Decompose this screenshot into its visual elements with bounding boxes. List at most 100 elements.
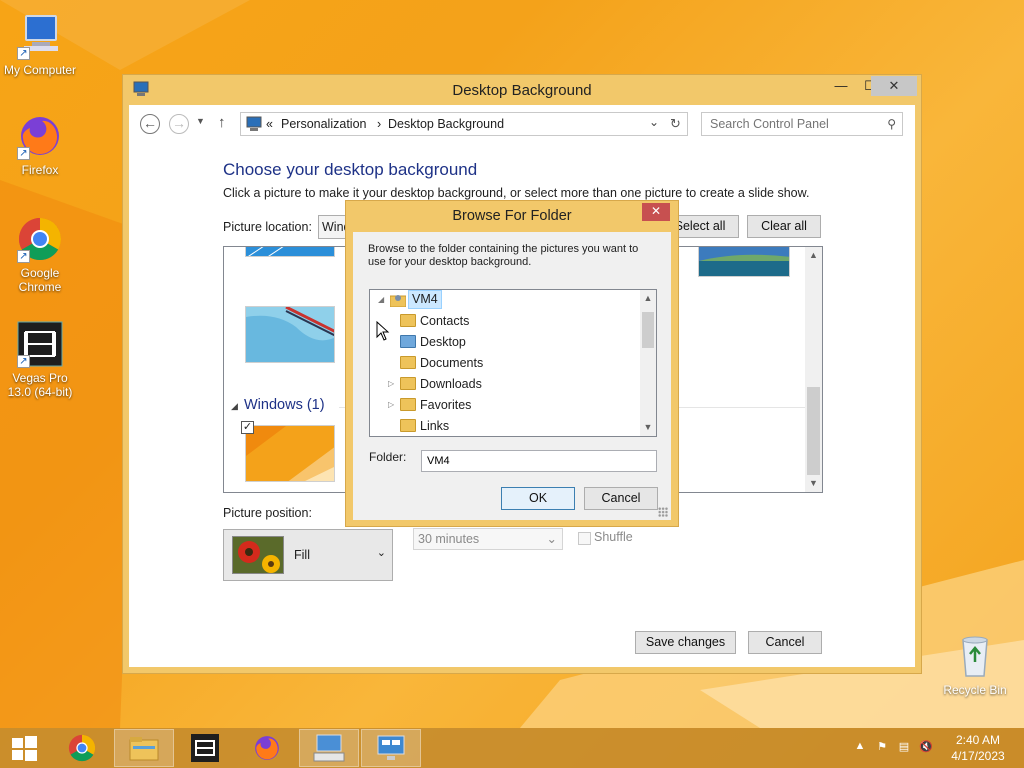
- clear-all-button[interactable]: Clear all: [747, 215, 821, 238]
- address-bar-area: ← → ▼ ↑ « Personalization › Desktop Back…: [129, 105, 915, 143]
- taskbar-control-panel[interactable]: [299, 729, 359, 767]
- recycle-bin-desktop-icon[interactable]: Recycle Bin: [935, 632, 1015, 697]
- cancel-button[interactable]: Cancel: [748, 631, 822, 654]
- shuffle-label: Shuffle: [594, 530, 633, 544]
- recycle-bin-icon: [951, 632, 999, 680]
- chrome-label: Google Chrome: [18, 266, 62, 294]
- tree-item-label: Desktop: [420, 335, 466, 349]
- documents-folder-icon: [400, 356, 416, 369]
- windows-group-title[interactable]: Windows (1): [244, 397, 325, 413]
- save-changes-button[interactable]: Save changes: [635, 631, 736, 654]
- picture-thumbnail[interactable]: [245, 247, 335, 257]
- taskbar-file-explorer[interactable]: [114, 729, 174, 767]
- film-icon: [191, 734, 219, 762]
- up-button[interactable]: ↑: [218, 114, 226, 131]
- scroll-up-arrow-icon[interactable]: ▲: [640, 290, 656, 307]
- contacts-folder-icon: [400, 314, 416, 327]
- windows-logo-icon: [12, 736, 37, 761]
- address-prefix: «: [266, 117, 273, 131]
- picture-thumbnail[interactable]: [698, 247, 790, 277]
- resize-grip-icon[interactable]: [658, 507, 668, 517]
- refresh-icon[interactable]: ↻: [670, 116, 681, 132]
- recent-pages-chevron-icon[interactable]: ▼: [196, 116, 205, 126]
- forward-button[interactable]: →: [169, 114, 189, 134]
- network-icon[interactable]: ▤: [896, 740, 912, 756]
- mouse-cursor-icon: [376, 321, 390, 341]
- close-button[interactable]: ✕: [871, 76, 917, 96]
- shortcut-arrow-icon: ↗: [17, 355, 30, 368]
- volume-muted-icon[interactable]: 🔇: [918, 740, 934, 756]
- tree-scrollbar[interactable]: ▲ ▼: [640, 290, 656, 436]
- user-folder-icon: [389, 293, 407, 308]
- folder-tree: ◢ VM4 Contacts Desktop Documents ▷ Downl…: [369, 289, 657, 437]
- search-input[interactable]: [702, 113, 872, 135]
- page-description: Click a picture to make it your desktop …: [223, 186, 810, 200]
- firefox-icon: [255, 736, 279, 760]
- picture-checkbox[interactable]: ✓: [241, 421, 254, 434]
- firefox-desktop-icon[interactable]: ↗ Firefox: [0, 112, 80, 177]
- links-folder-icon: [400, 419, 416, 432]
- show-hidden-icons-chevron-icon[interactable]: ▲: [852, 740, 868, 756]
- clock-date: 4/17/2023: [951, 749, 1005, 763]
- taskbar-firefox[interactable]: [237, 729, 297, 767]
- breadcrumb-personalization[interactable]: Personalization: [281, 117, 366, 131]
- address-dropdown-chevron-icon[interactable]: ⌄: [649, 115, 659, 129]
- expander-icon[interactable]: ▷: [388, 374, 398, 394]
- clock[interactable]: 2:40 AM 4/17/2023: [948, 732, 1008, 764]
- picture-position-select[interactable]: Fill ⌄: [223, 529, 393, 581]
- tree-item-label: Downloads: [420, 377, 482, 391]
- address-control-panel-icon: [246, 116, 262, 132]
- address-field[interactable]: « Personalization › Desktop Background ⌄…: [240, 112, 688, 136]
- vegas-pro-desktop-icon[interactable]: ↗ Vegas Pro 13.0 (64-bit): [0, 320, 80, 399]
- interval-value: 30 minutes: [418, 532, 480, 546]
- taskbar: ▲ ⚑ ▤ 🔇 2:40 AM 4/17/2023: [0, 728, 1024, 768]
- scroll-thumb[interactable]: [807, 387, 820, 475]
- dialog-cancel-button[interactable]: Cancel: [584, 487, 658, 510]
- scroll-down-arrow-icon[interactable]: ▼: [640, 419, 656, 436]
- firefox-icon: ↗: [16, 112, 64, 160]
- interval-chevron-icon: ⌄: [546, 532, 557, 546]
- search-box[interactable]: ⚲: [701, 112, 903, 136]
- picture-position-label: Picture position:: [223, 506, 312, 520]
- browse-for-folder-dialog: Browse For Folder ✕ Browse to the folder…: [345, 200, 679, 527]
- shuffle-checkbox: [578, 532, 591, 545]
- chrome-desktop-icon[interactable]: ↗ Google Chrome: [0, 215, 80, 294]
- taskbar-display-settings[interactable]: [361, 729, 421, 767]
- expander-icon[interactable]: ◢: [378, 290, 388, 310]
- tree-item-label: VM4: [408, 290, 442, 309]
- search-icon[interactable]: ⚲: [887, 117, 896, 131]
- page-heading: Choose your desktop background: [223, 160, 478, 179]
- dialog-client: Browse to the folder containing the pict…: [353, 232, 671, 520]
- chrome-icon: [68, 734, 96, 762]
- window-titlebar[interactable]: Desktop Background — ☐ ✕: [123, 75, 921, 105]
- folder-input[interactable]: [421, 450, 657, 472]
- gallery-scrollbar[interactable]: ▲ ▼: [805, 247, 822, 492]
- scroll-thumb[interactable]: [642, 312, 654, 348]
- minimize-button[interactable]: —: [827, 76, 855, 96]
- picture-thumbnail[interactable]: [245, 306, 335, 363]
- taskbar-chrome[interactable]: [52, 729, 112, 767]
- action-center-flag-icon[interactable]: ⚑: [874, 740, 890, 756]
- my-computer-label: My Computer: [3, 63, 77, 77]
- film-icon: ↗: [16, 320, 64, 368]
- keyboard-monitor-icon: [313, 734, 345, 762]
- ok-button[interactable]: OK: [501, 487, 575, 510]
- chrome-icon: ↗: [16, 215, 64, 263]
- taskbar-vegas-pro[interactable]: [175, 729, 235, 767]
- scroll-up-arrow-icon[interactable]: ▲: [805, 247, 822, 264]
- group-collapse-chevron-icon[interactable]: ◢: [231, 401, 238, 412]
- window-title: Desktop Background: [452, 82, 592, 99]
- picture-position-chevron-icon: ⌄: [376, 547, 386, 559]
- dialog-close-button[interactable]: ✕: [642, 203, 670, 221]
- firefox-label: Firefox: [21, 163, 59, 177]
- start-button[interactable]: [0, 729, 48, 767]
- my-computer-desktop-icon[interactable]: ↗ My Computer: [0, 12, 80, 77]
- expander-icon[interactable]: ▷: [388, 395, 398, 415]
- picture-position-value: Fill: [294, 548, 310, 562]
- back-button[interactable]: ←: [140, 114, 160, 134]
- folder-label: Folder:: [369, 450, 407, 464]
- picture-thumbnail-selected[interactable]: [245, 425, 335, 482]
- scroll-down-arrow-icon[interactable]: ▼: [805, 475, 822, 492]
- picture-location-label: Picture location:: [223, 220, 312, 234]
- breadcrumb-desktop-background[interactable]: Desktop Background: [388, 117, 504, 131]
